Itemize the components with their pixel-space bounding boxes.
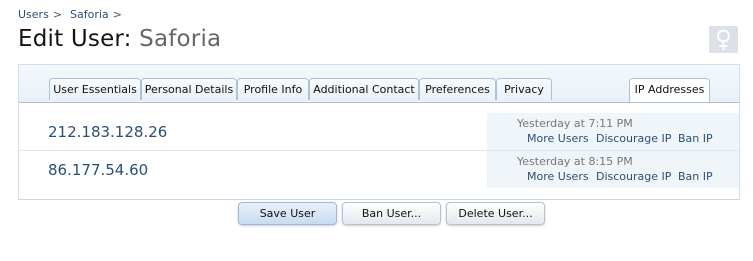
breadcrumb-separator: > xyxy=(112,8,122,21)
breadcrumb: Users > Saforia > xyxy=(18,8,130,21)
page-title-user-name: Saforia xyxy=(139,26,222,52)
more-users-link[interactable]: More Users xyxy=(527,132,589,145)
ip-info-panel: Yesterday at 8:15 PM More Users Discoura… xyxy=(487,151,739,188)
ip-address: 86.177.54.60 xyxy=(48,161,149,179)
ban-user-button[interactable]: Ban User... xyxy=(342,202,441,225)
tab-bar: User Essentials Personal Details Profile… xyxy=(19,65,739,103)
tab-additional-contact[interactable]: Additional Contact xyxy=(309,78,419,100)
tab-profile-info[interactable]: Profile Info xyxy=(237,78,309,100)
breadcrumb-item-user[interactable]: Saforia xyxy=(70,8,109,21)
page-title-prefix: Edit User: xyxy=(18,26,132,52)
ban-ip-link[interactable]: Ban IP xyxy=(678,170,713,183)
tab-ip-addresses[interactable]: IP Addresses xyxy=(629,78,710,102)
edit-user-panel: User Essentials Personal Details Profile… xyxy=(18,64,740,200)
female-symbol-icon xyxy=(709,26,738,53)
ip-timestamp: Yesterday at 7:11 PM xyxy=(517,117,633,130)
tab-preferences[interactable]: Preferences xyxy=(419,78,496,100)
breadcrumb-item-users[interactable]: Users xyxy=(18,8,49,21)
discourage-ip-link[interactable]: Discourage IP xyxy=(596,170,671,183)
tab-privacy[interactable]: Privacy xyxy=(496,78,552,100)
delete-user-button[interactable]: Delete User... xyxy=(446,202,545,225)
save-user-button[interactable]: Save User xyxy=(238,202,337,225)
tab-personal-details[interactable]: Personal Details xyxy=(141,78,237,100)
more-users-link[interactable]: More Users xyxy=(527,170,589,183)
breadcrumb-separator: > xyxy=(52,8,63,21)
ip-info-panel: Yesterday at 7:11 PM More Users Discoura… xyxy=(487,113,739,150)
ip-row: 212.183.128.26 Yesterday at 7:11 PM More… xyxy=(19,113,739,150)
ban-ip-link[interactable]: Ban IP xyxy=(678,132,713,145)
ip-row: 86.177.54.60 Yesterday at 8:15 PM More U… xyxy=(19,151,739,188)
ip-address: 212.183.128.26 xyxy=(48,123,168,141)
ip-timestamp: Yesterday at 8:15 PM xyxy=(517,155,633,168)
page-title: Edit User: Saforia xyxy=(18,26,221,52)
discourage-ip-link[interactable]: Discourage IP xyxy=(596,132,671,145)
tab-user-essentials[interactable]: User Essentials xyxy=(49,78,141,100)
